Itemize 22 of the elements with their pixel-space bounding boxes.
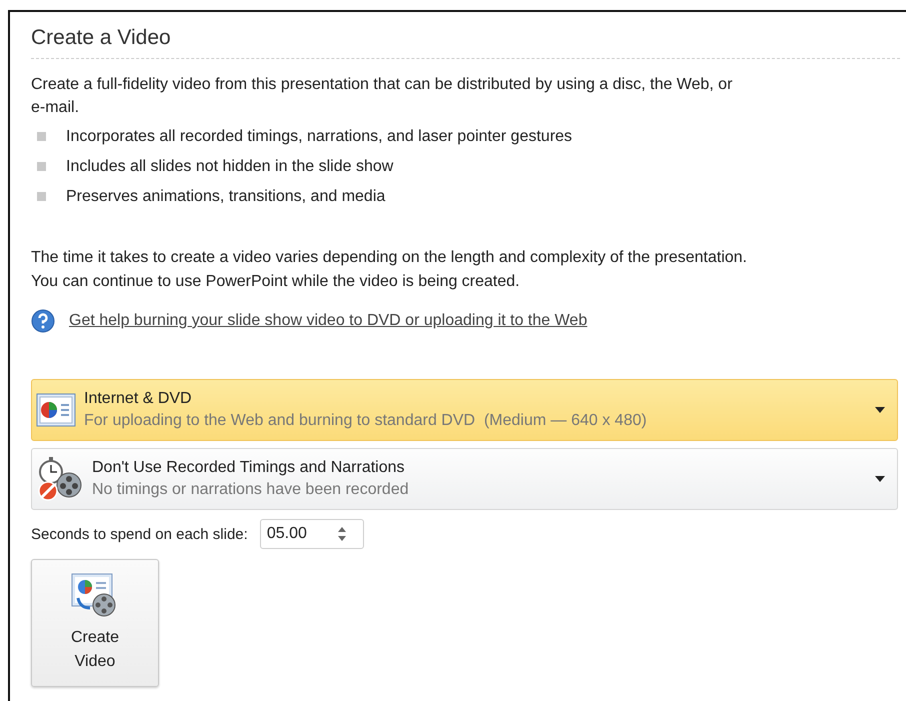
create-video-button[interactable]: Create Video <box>31 559 159 687</box>
seconds-spinner[interactable]: 05.00 <box>260 519 364 549</box>
note-text: You can continue to use PowerPoint while the video is being created. <box>31 272 521 292</box>
dropdown-arrow-icon <box>875 407 885 413</box>
spinner-arrows-icon <box>336 525 347 543</box>
bullet-icon <box>37 192 46 201</box>
bullet-text: Preserves animations, transitions, and media <box>66 187 386 207</box>
seconds-label: Seconds to spend on each slide: <box>31 526 248 542</box>
help-link[interactable]: Get help burning your slide show video to DVD or uploading it to the Web <box>69 312 588 330</box>
help-icon <box>31 309 55 333</box>
section-title: Create a Video <box>31 26 900 59</box>
bullet-text: Includes all slides not hidden in the slide show <box>66 157 394 177</box>
slide-chart-icon <box>36 393 76 427</box>
stopwatch-film-reel-icon <box>36 455 84 503</box>
bullet-text: Incorporates all recorded timings, narrations, and laser pointer gestures <box>66 127 572 147</box>
note-text: The time it takes to create a video varies depending on the length and complexity of the presentation. <box>31 248 748 268</box>
intro-text: Create a full-fidelity video from this presentation that can be distributed by using a disc, the Web, or e-mail. <box>31 75 734 118</box>
bullet-icon <box>37 132 46 141</box>
dropdown-arrow-icon <box>875 476 885 482</box>
dropdown[interactable]: Internet & DVD For uploading to the Web and burning to standard DVD (Medium — 640 x 480) <box>31 379 898 441</box>
dropdown[interactable]: Don't Use Recorded Timings and Narrations No timings or narrations have been recorded <box>31 448 898 510</box>
bullet-icon <box>37 162 46 171</box>
